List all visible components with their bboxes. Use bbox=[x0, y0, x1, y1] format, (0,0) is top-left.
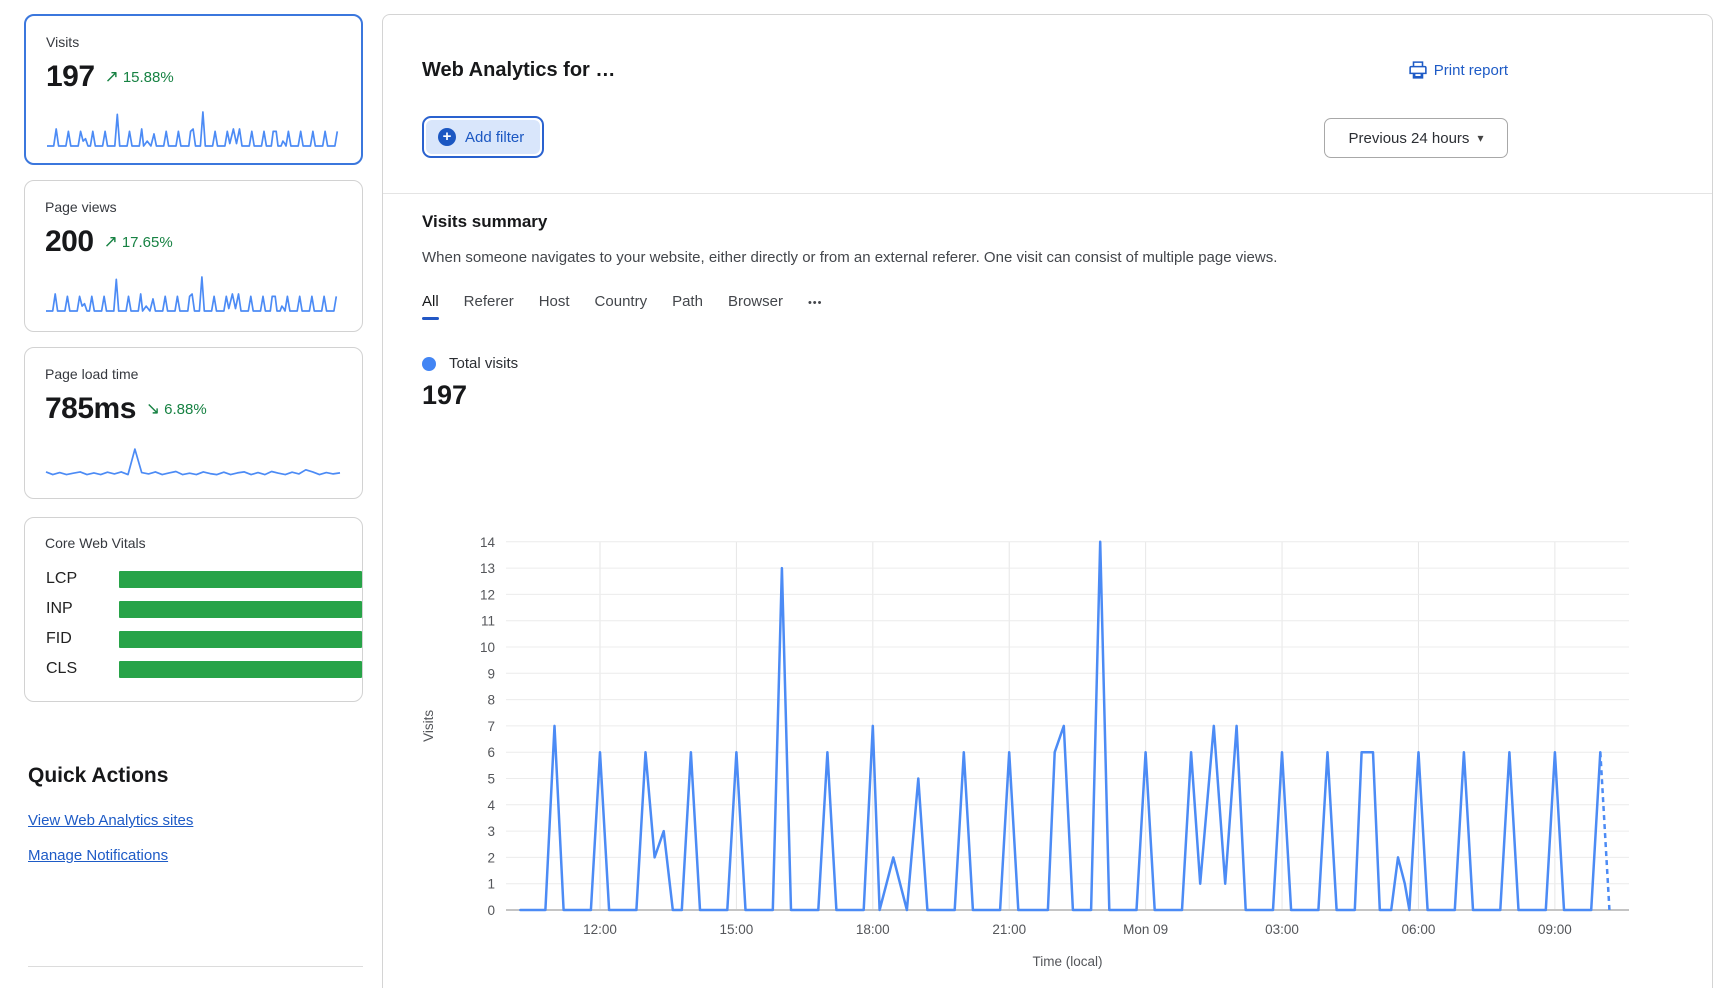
page-load-time-metric-card[interactable]: Page load time 785ms ↘6.88% bbox=[24, 347, 363, 499]
total-visits-value: 197 bbox=[422, 380, 467, 411]
svg-text:03:00: 03:00 bbox=[1265, 922, 1299, 937]
page-views-metric-card[interactable]: Page views 200 ↗17.65% bbox=[24, 180, 363, 332]
page-load-time-trend: ↘6.88% bbox=[146, 399, 207, 419]
time-range-value: Previous 24 hours bbox=[1349, 130, 1470, 147]
total-visits-legend-dot bbox=[422, 357, 436, 371]
svg-text:12: 12 bbox=[480, 587, 495, 602]
svg-text:2: 2 bbox=[487, 850, 495, 865]
tab-country[interactable]: Country bbox=[595, 293, 648, 320]
chart-legend: Total visits bbox=[422, 355, 518, 372]
add-filter-label: Add filter bbox=[465, 129, 524, 146]
svg-text:9: 9 bbox=[487, 666, 495, 681]
svg-text:6: 6 bbox=[487, 745, 495, 760]
visits-line-chart: 12:00 15:00 18:00 21:00 Mon 09 03:00 06:00 09:0… bbox=[411, 471, 1701, 976]
time-range-dropdown[interactable]: Previous 24 hours ▾ bbox=[1324, 118, 1508, 158]
dimension-tabs: All Referer Host Country Path Browser ••… bbox=[422, 293, 823, 320]
fid-score-bar bbox=[119, 631, 362, 648]
web-analytics-page: Visits 197 ↗15.88% Page views 200 ↗17.65… bbox=[0, 0, 1730, 988]
page-views-card-label: Page views bbox=[45, 199, 117, 215]
svg-text:Visits: Visits bbox=[421, 710, 436, 742]
page-load-time-card-label: Page load time bbox=[45, 366, 138, 382]
header-divider bbox=[383, 193, 1712, 194]
svg-text:09:00: 09:00 bbox=[1538, 922, 1572, 937]
svg-text:12:00: 12:00 bbox=[583, 922, 617, 937]
manage-notifications-link[interactable]: Manage Notifications bbox=[28, 847, 168, 864]
svg-text:10: 10 bbox=[480, 640, 495, 655]
plus-circle-icon: + bbox=[438, 128, 456, 146]
svg-text:21:00: 21:00 bbox=[992, 922, 1026, 937]
page-views-card-value: 200 bbox=[45, 225, 94, 259]
page-load-time-sparkline bbox=[45, 441, 341, 481]
lcp-label: LCP bbox=[46, 570, 98, 588]
svg-text:7: 7 bbox=[487, 719, 495, 734]
svg-text:18:00: 18:00 bbox=[856, 922, 890, 937]
svg-text:15:00: 15:00 bbox=[720, 922, 754, 937]
svg-text:8: 8 bbox=[487, 693, 495, 708]
print-report-button[interactable]: Print report bbox=[1409, 61, 1508, 79]
view-web-analytics-sites-link[interactable]: View Web Analytics sites bbox=[28, 812, 193, 829]
svg-text:4: 4 bbox=[487, 798, 495, 813]
chevron-down-icon: ▾ bbox=[1477, 131, 1483, 145]
sidebar-divider bbox=[28, 966, 363, 967]
svg-text:06:00: 06:00 bbox=[1402, 922, 1436, 937]
cls-label: CLS bbox=[46, 660, 98, 678]
page-load-time-trend-value: 6.88% bbox=[164, 401, 207, 418]
tabs-overflow-icon[interactable]: ••• bbox=[808, 293, 823, 320]
page-load-time-card-value: 785ms bbox=[45, 392, 136, 426]
visits-metric-card[interactable]: Visits 197 ↗15.88% bbox=[24, 14, 363, 165]
page-views-sparkline bbox=[45, 274, 341, 314]
visits-card-label: Visits bbox=[46, 34, 79, 50]
svg-text:5: 5 bbox=[487, 772, 495, 787]
visits-trend-value: 15.88% bbox=[123, 69, 174, 86]
page-title: Web Analytics for … bbox=[422, 59, 615, 82]
page-views-trend-value: 17.65% bbox=[122, 234, 173, 251]
tab-path[interactable]: Path bbox=[672, 293, 703, 320]
svg-text:0: 0 bbox=[487, 903, 495, 918]
core-web-vitals-card[interactable]: Core Web Vitals LCP INP FID CLS bbox=[24, 517, 363, 702]
vital-row-fid: FID bbox=[46, 630, 98, 648]
visits-summary-description: When someone navigates to your website, … bbox=[422, 249, 1277, 266]
core-web-vitals-title: Core Web Vitals bbox=[45, 535, 146, 551]
visits-card-value: 197 bbox=[46, 60, 95, 94]
printer-icon bbox=[1409, 61, 1427, 79]
quick-actions-heading: Quick Actions bbox=[28, 764, 168, 788]
fid-label: FID bbox=[46, 630, 98, 648]
visits-sparkline bbox=[46, 109, 342, 149]
inp-label: INP bbox=[46, 600, 98, 618]
lcp-score-bar bbox=[119, 571, 362, 588]
tab-browser[interactable]: Browser bbox=[728, 293, 783, 320]
tab-all[interactable]: All bbox=[422, 293, 439, 320]
page-views-trend: ↗17.65% bbox=[104, 232, 173, 252]
svg-text:1: 1 bbox=[487, 877, 495, 892]
analytics-panel: Web Analytics for … Print report + Add f… bbox=[382, 14, 1713, 988]
print-report-label: Print report bbox=[1434, 62, 1508, 79]
svg-text:13: 13 bbox=[480, 561, 495, 576]
visits-summary-title: Visits summary bbox=[422, 212, 547, 232]
vital-row-lcp: LCP bbox=[46, 570, 98, 588]
tab-host[interactable]: Host bbox=[539, 293, 570, 320]
svg-text:Time (local): Time (local) bbox=[1032, 954, 1102, 969]
tab-referer[interactable]: Referer bbox=[464, 293, 514, 320]
trend-up-icon: ↗ bbox=[105, 67, 119, 87]
visits-trend: ↗15.88% bbox=[105, 67, 174, 87]
svg-text:Mon 09: Mon 09 bbox=[1123, 922, 1168, 937]
vital-row-cls: CLS bbox=[46, 660, 98, 678]
svg-text:3: 3 bbox=[487, 824, 495, 839]
cls-score-bar bbox=[119, 661, 362, 678]
trend-down-icon: ↘ bbox=[146, 399, 160, 419]
total-visits-legend-label: Total visits bbox=[449, 355, 518, 372]
add-filter-button[interactable]: + Add filter bbox=[422, 116, 544, 158]
vital-row-inp: INP bbox=[46, 600, 98, 618]
inp-score-bar bbox=[119, 601, 362, 618]
svg-text:14: 14 bbox=[480, 535, 496, 550]
trend-up-icon: ↗ bbox=[104, 232, 118, 252]
svg-text:11: 11 bbox=[481, 614, 495, 629]
